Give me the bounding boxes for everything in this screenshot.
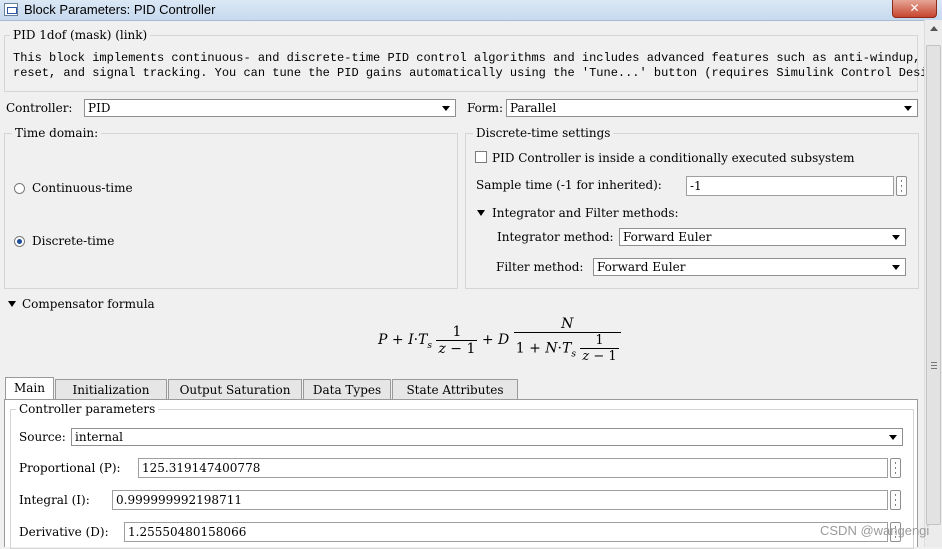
close-icon: ✕: [909, 1, 920, 15]
form-dropdown[interactable]: Parallel: [506, 99, 918, 117]
tab-initialization[interactable]: Initialization: [55, 379, 167, 399]
description-line-2: reset, and signal tracking. You can tune…: [13, 66, 942, 80]
dropdown-arrow-icon: [892, 235, 900, 240]
discrete-settings-label: Discrete-time settings: [473, 126, 614, 140]
controller-parameters-label: Controller parameters: [16, 402, 159, 416]
controller-value: PID: [88, 101, 111, 115]
methods-label[interactable]: Integrator and Filter methods:: [492, 206, 679, 220]
compensator-formula: P + I·Ts 1z − 1 + D N1 + N·Ts 1z − 1: [378, 316, 621, 364]
source-value: internal: [75, 430, 123, 444]
scrollbar-thumb[interactable]: [926, 45, 941, 525]
subsystem-checkbox-label[interactable]: PID Controller is inside a conditionally…: [492, 151, 854, 165]
controller-dropdown[interactable]: PID: [84, 99, 456, 117]
integrator-method-value: Forward Euler: [623, 230, 712, 244]
tab-main[interactable]: Main: [5, 377, 54, 400]
proportional-ellipsis-icon[interactable]: · · ·: [890, 458, 901, 479]
subsystem-checkbox[interactable]: [475, 151, 487, 163]
derivative-label: Derivative (D):: [19, 525, 109, 539]
scroll-up-icon[interactable]: [930, 26, 938, 31]
integral-input[interactable]: 0.999999992198711: [112, 490, 888, 510]
filter-method-label: Filter method:: [496, 260, 584, 274]
integral-ellipsis-icon[interactable]: · · ·: [890, 490, 901, 511]
dropdown-arrow-icon: [889, 435, 897, 440]
discrete-time-radio[interactable]: [14, 236, 25, 247]
integral-label: Integral (I):: [19, 493, 90, 507]
time-domain-group: [4, 133, 458, 289]
proportional-label: Proportional (P):: [19, 461, 121, 475]
filter-method-dropdown[interactable]: Forward Euler: [593, 258, 906, 276]
dropdown-arrow-icon: [442, 106, 450, 111]
dropdown-arrow-icon: [892, 265, 900, 270]
form-value: Parallel: [510, 101, 557, 115]
integrator-method-label: Integrator method:: [497, 230, 614, 244]
discrete-time-label[interactable]: Discrete-time: [32, 234, 114, 248]
grip-icon: [931, 362, 937, 369]
tab-state-attributes[interactable]: State Attributes: [392, 379, 518, 399]
integrator-method-dropdown[interactable]: Forward Euler: [619, 228, 906, 246]
tab-data-types[interactable]: Data Types: [303, 379, 391, 399]
compensator-formula-label[interactable]: Compensator formula: [22, 297, 155, 311]
continuous-time-radio[interactable]: [14, 183, 25, 194]
collapse-triangle-icon[interactable]: [477, 210, 485, 216]
tab-output-saturation[interactable]: Output Saturation: [168, 379, 302, 399]
collapse-triangle-icon[interactable]: [8, 301, 16, 307]
continuous-time-label[interactable]: Continuous-time: [32, 181, 133, 195]
source-label: Source:: [19, 430, 66, 444]
description-line-1: This block implements continuous- and di…: [13, 51, 942, 65]
watermark: CSDN @wangengi: [820, 523, 930, 538]
proportional-value: 125.319147400778: [142, 461, 261, 475]
source-dropdown[interactable]: internal: [71, 428, 903, 446]
sample-time-value: -1: [690, 179, 702, 193]
derivative-input[interactable]: 1.25550480158066: [124, 522, 888, 542]
form-label: Form:: [467, 101, 504, 115]
sample-time-ellipsis-icon[interactable]: · · ·: [896, 176, 907, 197]
window-title: Block Parameters: PID Controller: [24, 2, 216, 17]
derivative-value: 1.25550480158066: [128, 525, 247, 539]
controller-label: Controller:: [6, 101, 73, 115]
filter-method-value: Forward Euler: [597, 260, 686, 274]
sample-time-label: Sample time (-1 for inherited):: [476, 178, 662, 192]
proportional-input[interactable]: 125.319147400778: [138, 458, 888, 478]
close-button[interactable]: ✕: [892, 0, 937, 18]
title-bar[interactable]: Block Parameters: PID Controller: [0, 0, 942, 21]
time-domain-label: Time domain:: [12, 126, 102, 140]
window-icon: [4, 3, 18, 16]
vertical-scrollbar[interactable]: [924, 20, 942, 547]
integral-value: 0.999999992198711: [116, 493, 242, 507]
description-group-label: PID 1dof (mask) (link): [10, 28, 151, 42]
dropdown-arrow-icon: [904, 106, 912, 111]
sample-time-input[interactable]: -1: [686, 176, 894, 196]
